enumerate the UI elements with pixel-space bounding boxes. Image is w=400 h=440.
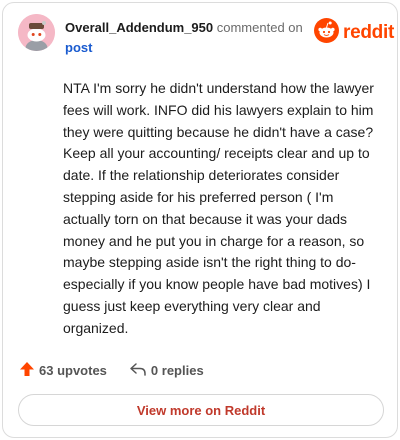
upvote-arrow-icon	[19, 361, 35, 380]
reddit-logo-icon	[314, 18, 339, 48]
snoo-avatar-icon[interactable]	[18, 14, 55, 51]
replies-count: 0 replies	[150, 362, 204, 378]
reddit-wordmark: reddit	[343, 22, 394, 43]
reddit-brand[interactable]: reddit	[314, 18, 394, 48]
comment-embed-card: Overall_Addendum_950 commented on post r…	[2, 2, 398, 438]
post-link[interactable]: post	[65, 40, 92, 55]
reply-icon	[129, 361, 147, 380]
upvotes-button[interactable]: 63 upvotes	[19, 361, 107, 380]
commented-on-text: commented on	[216, 20, 303, 35]
replies-button[interactable]: 0 replies	[129, 361, 204, 380]
author-name[interactable]: Overall_Addendum_950	[65, 20, 213, 35]
comment-header: Overall_Addendum_950 commented on post	[65, 18, 305, 58]
comment-body: NTA I'm sorry he didn't understand how t…	[63, 80, 374, 336]
view-more-on-reddit-button[interactable]: View more on Reddit	[18, 394, 384, 426]
comment-actions: 63 upvotes 0 replies	[19, 359, 204, 381]
upvotes-count: 63 upvotes	[39, 362, 107, 378]
